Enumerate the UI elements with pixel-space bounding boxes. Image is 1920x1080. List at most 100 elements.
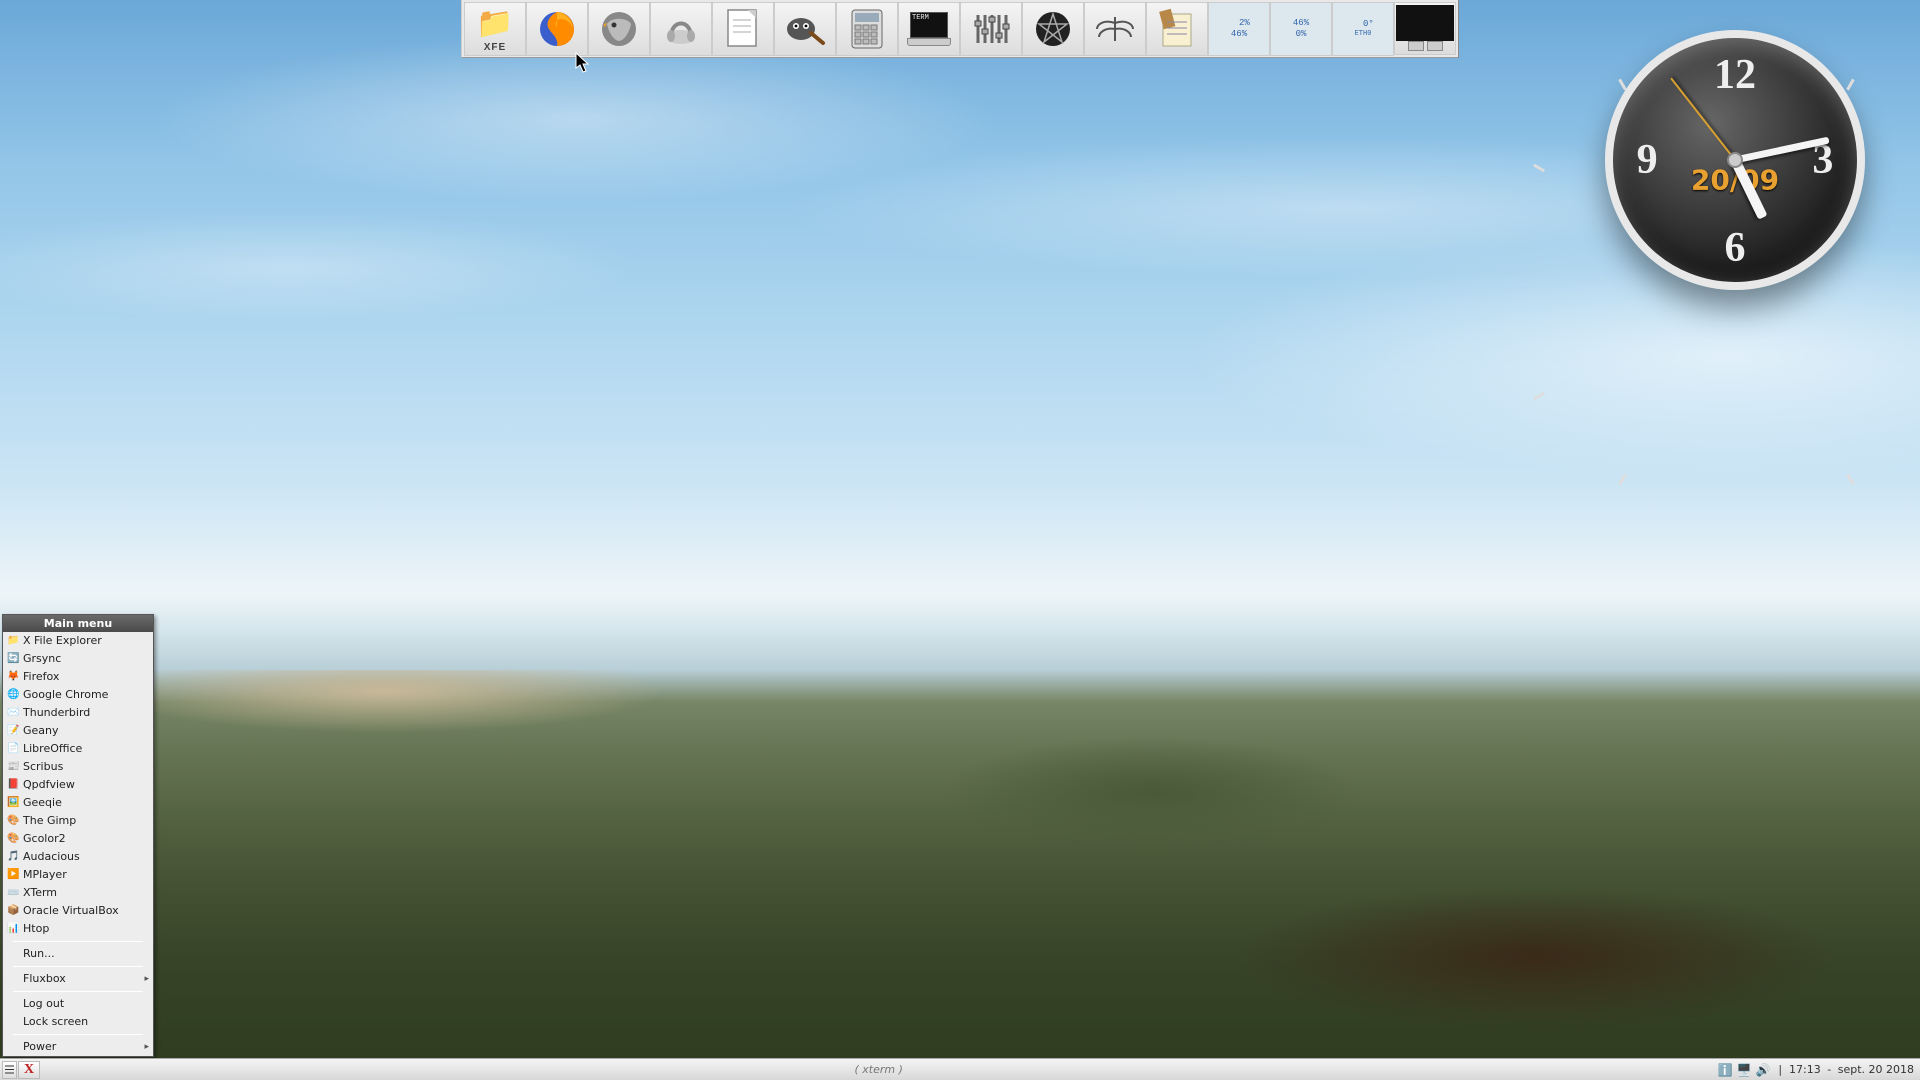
audacious-launcher[interactable] <box>650 2 712 56</box>
mem-monitor-text2: 0% <box>1296 29 1307 40</box>
menu-item-gcolor2[interactable]: 🎨Gcolor2 <box>3 830 153 848</box>
menu-item-qpdfview[interactable]: 📕Qpdfview <box>3 776 153 794</box>
cpu-monitor-text: 2% <box>1228 18 1250 29</box>
menu-item-power[interactable]: Power▸ <box>3 1038 153 1056</box>
menu-separator <box>13 941 143 942</box>
menu-separator <box>13 991 143 992</box>
menu-item-geeqie[interactable]: 🖼️Geeqie <box>3 794 153 812</box>
menu-item-log-out[interactable]: Log out <box>3 995 153 1013</box>
calculator-launcher[interactable] <box>836 2 898 56</box>
menu-item-label: Geeqie <box>23 795 62 811</box>
main-menu-title: Main menu <box>3 615 153 632</box>
submenu-arrow-icon: ▸ <box>144 1039 149 1055</box>
menu-item-geany[interactable]: 📝Geany <box>3 722 153 740</box>
menu-item-icon: 📁 <box>7 633 19 649</box>
calculator-icon <box>850 8 884 50</box>
menu-item-label: Log out <box>23 996 64 1012</box>
menu-item-thunderbird[interactable]: ✉️Thunderbird <box>3 704 153 722</box>
menu-item-icon: 🦊 <box>7 669 19 685</box>
taskbar-date: sept. 20 2018 <box>1838 1063 1914 1076</box>
volume-tray-icon[interactable]: 🔊 <box>1755 1062 1771 1078</box>
menu-item-scribus[interactable]: 📰Scribus <box>3 758 153 776</box>
wings-launcher[interactable] <box>1084 2 1146 56</box>
folder-icon: 📁 <box>476 6 513 41</box>
menu-item-firefox[interactable]: 🦊Firefox <box>3 668 153 686</box>
menu-item-icon: 🎨 <box>7 813 19 829</box>
gimp-icon <box>783 9 827 49</box>
gimp-launcher[interactable] <box>774 2 836 56</box>
clock-face: 12 3 6 9 20/09 <box>1605 30 1865 290</box>
xfe-launcher[interactable]: 📁 XFE <box>464 2 526 56</box>
menu-item-lock-screen[interactable]: Lock screen <box>3 1013 153 1031</box>
menu-item-label: Firefox <box>23 669 59 685</box>
occult-launcher[interactable] <box>1022 2 1084 56</box>
terminal-launcher[interactable]: TERM <box>898 2 960 56</box>
display-tray-icon[interactable]: 🖥️ <box>1736 1062 1752 1078</box>
submenu-arrow-icon: ▸ <box>144 971 149 987</box>
menu-item-icon: 📰 <box>7 759 19 775</box>
menu-item-label: Htop <box>23 921 49 937</box>
menu-button[interactable] <box>2 1061 17 1079</box>
menu-item-run-[interactable]: Run... <box>3 945 153 963</box>
menu-item-label: Oracle VirtualBox <box>23 903 119 919</box>
menu-item-label: Scribus <box>23 759 63 775</box>
menu-item-icon: 🌐 <box>7 687 19 703</box>
menu-item-label: Grsync <box>23 651 61 667</box>
clock-numeral-6: 6 <box>1725 224 1746 272</box>
xterm-taskbar-button[interactable]: X <box>18 1061 40 1079</box>
menu-item-x-file-explorer[interactable]: 📁X File Explorer <box>3 632 153 650</box>
equalizer-icon <box>971 9 1011 49</box>
menu-item-label: Qpdfview <box>23 777 75 793</box>
firefox-launcher[interactable] <box>526 2 588 56</box>
menu-item-htop[interactable]: 📊Htop <box>3 920 153 938</box>
workspace-pager[interactable] <box>1394 2 1456 55</box>
menu-item-icon: 📦 <box>7 903 19 919</box>
net-monitor[interactable]: 0°ETH0 <box>1332 2 1394 56</box>
menu-group-apps: 📁X File Explorer🔄Grsync🦊Firefox🌐Google C… <box>3 632 153 1056</box>
menu-item-label: Geany <box>23 723 59 739</box>
menu-item-mplayer[interactable]: ▶️MPlayer <box>3 866 153 884</box>
thunderbird-launcher[interactable] <box>588 2 650 56</box>
menu-item-label: Fluxbox <box>23 971 66 987</box>
terminal-icon: TERM <box>910 12 948 38</box>
menu-item-icon: 🖼️ <box>7 795 19 811</box>
xfe-label: XFE <box>484 42 506 53</box>
mem-monitor[interactable]: 46%0% <box>1270 2 1332 56</box>
workspace-1-button[interactable] <box>1408 41 1424 51</box>
menu-separator <box>13 966 143 967</box>
workspace-2-button[interactable] <box>1427 41 1443 51</box>
cpu-monitor[interactable]: 2%46% <box>1208 2 1270 56</box>
main-menu: Main menu 📁X File Explorer🔄Grsync🦊Firefo… <box>2 614 154 1057</box>
active-window-title[interactable]: ( xterm ) <box>40 1063 1717 1076</box>
terminal-base-icon <box>907 38 951 46</box>
analog-clock-widget[interactable]: 12 3 6 9 20/09 <box>1605 30 1865 290</box>
menu-item-xterm[interactable]: ⌨️XTerm <box>3 884 153 902</box>
info-tray-icon[interactable]: ℹ️ <box>1717 1062 1733 1078</box>
notes-icon <box>1157 8 1197 50</box>
menu-item-icon: ▶️ <box>7 867 19 883</box>
notes-launcher[interactable] <box>1146 2 1208 56</box>
menu-item-oracle-virtualbox[interactable]: 📦Oracle VirtualBox <box>3 902 153 920</box>
menu-item-google-chrome[interactable]: 🌐Google Chrome <box>3 686 153 704</box>
menu-item-audacious[interactable]: 🎵Audacious <box>3 848 153 866</box>
menu-item-grsync[interactable]: 🔄Grsync <box>3 650 153 668</box>
clock-numeral-12: 12 <box>1714 51 1756 99</box>
wallpaper-land <box>0 670 1920 1080</box>
tray-separator: | <box>1778 1063 1782 1076</box>
top-dock: 📁 XFE <box>461 0 1459 58</box>
document-icon <box>725 8 761 50</box>
net-monitor-text2: ETH0 <box>1355 30 1372 38</box>
menu-item-fluxbox[interactable]: Fluxbox ▸ <box>3 970 153 988</box>
xterm-icon: X <box>24 1062 34 1078</box>
menu-item-icon: 🎵 <box>7 849 19 865</box>
equalizer-launcher[interactable] <box>960 2 1022 56</box>
menu-item-icon: ✉️ <box>7 705 19 721</box>
menu-item-libreoffice[interactable]: 📄LibreOffice <box>3 740 153 758</box>
menu-item-icon: 📕 <box>7 777 19 793</box>
menu-item-label: Audacious <box>23 849 80 865</box>
clock-numeral-9: 9 <box>1637 136 1658 184</box>
libreoffice-launcher[interactable] <box>712 2 774 56</box>
menu-item-the-gimp[interactable]: 🎨The Gimp <box>3 812 153 830</box>
clock-tick <box>1846 79 1855 91</box>
thunderbird-icon <box>599 9 639 49</box>
